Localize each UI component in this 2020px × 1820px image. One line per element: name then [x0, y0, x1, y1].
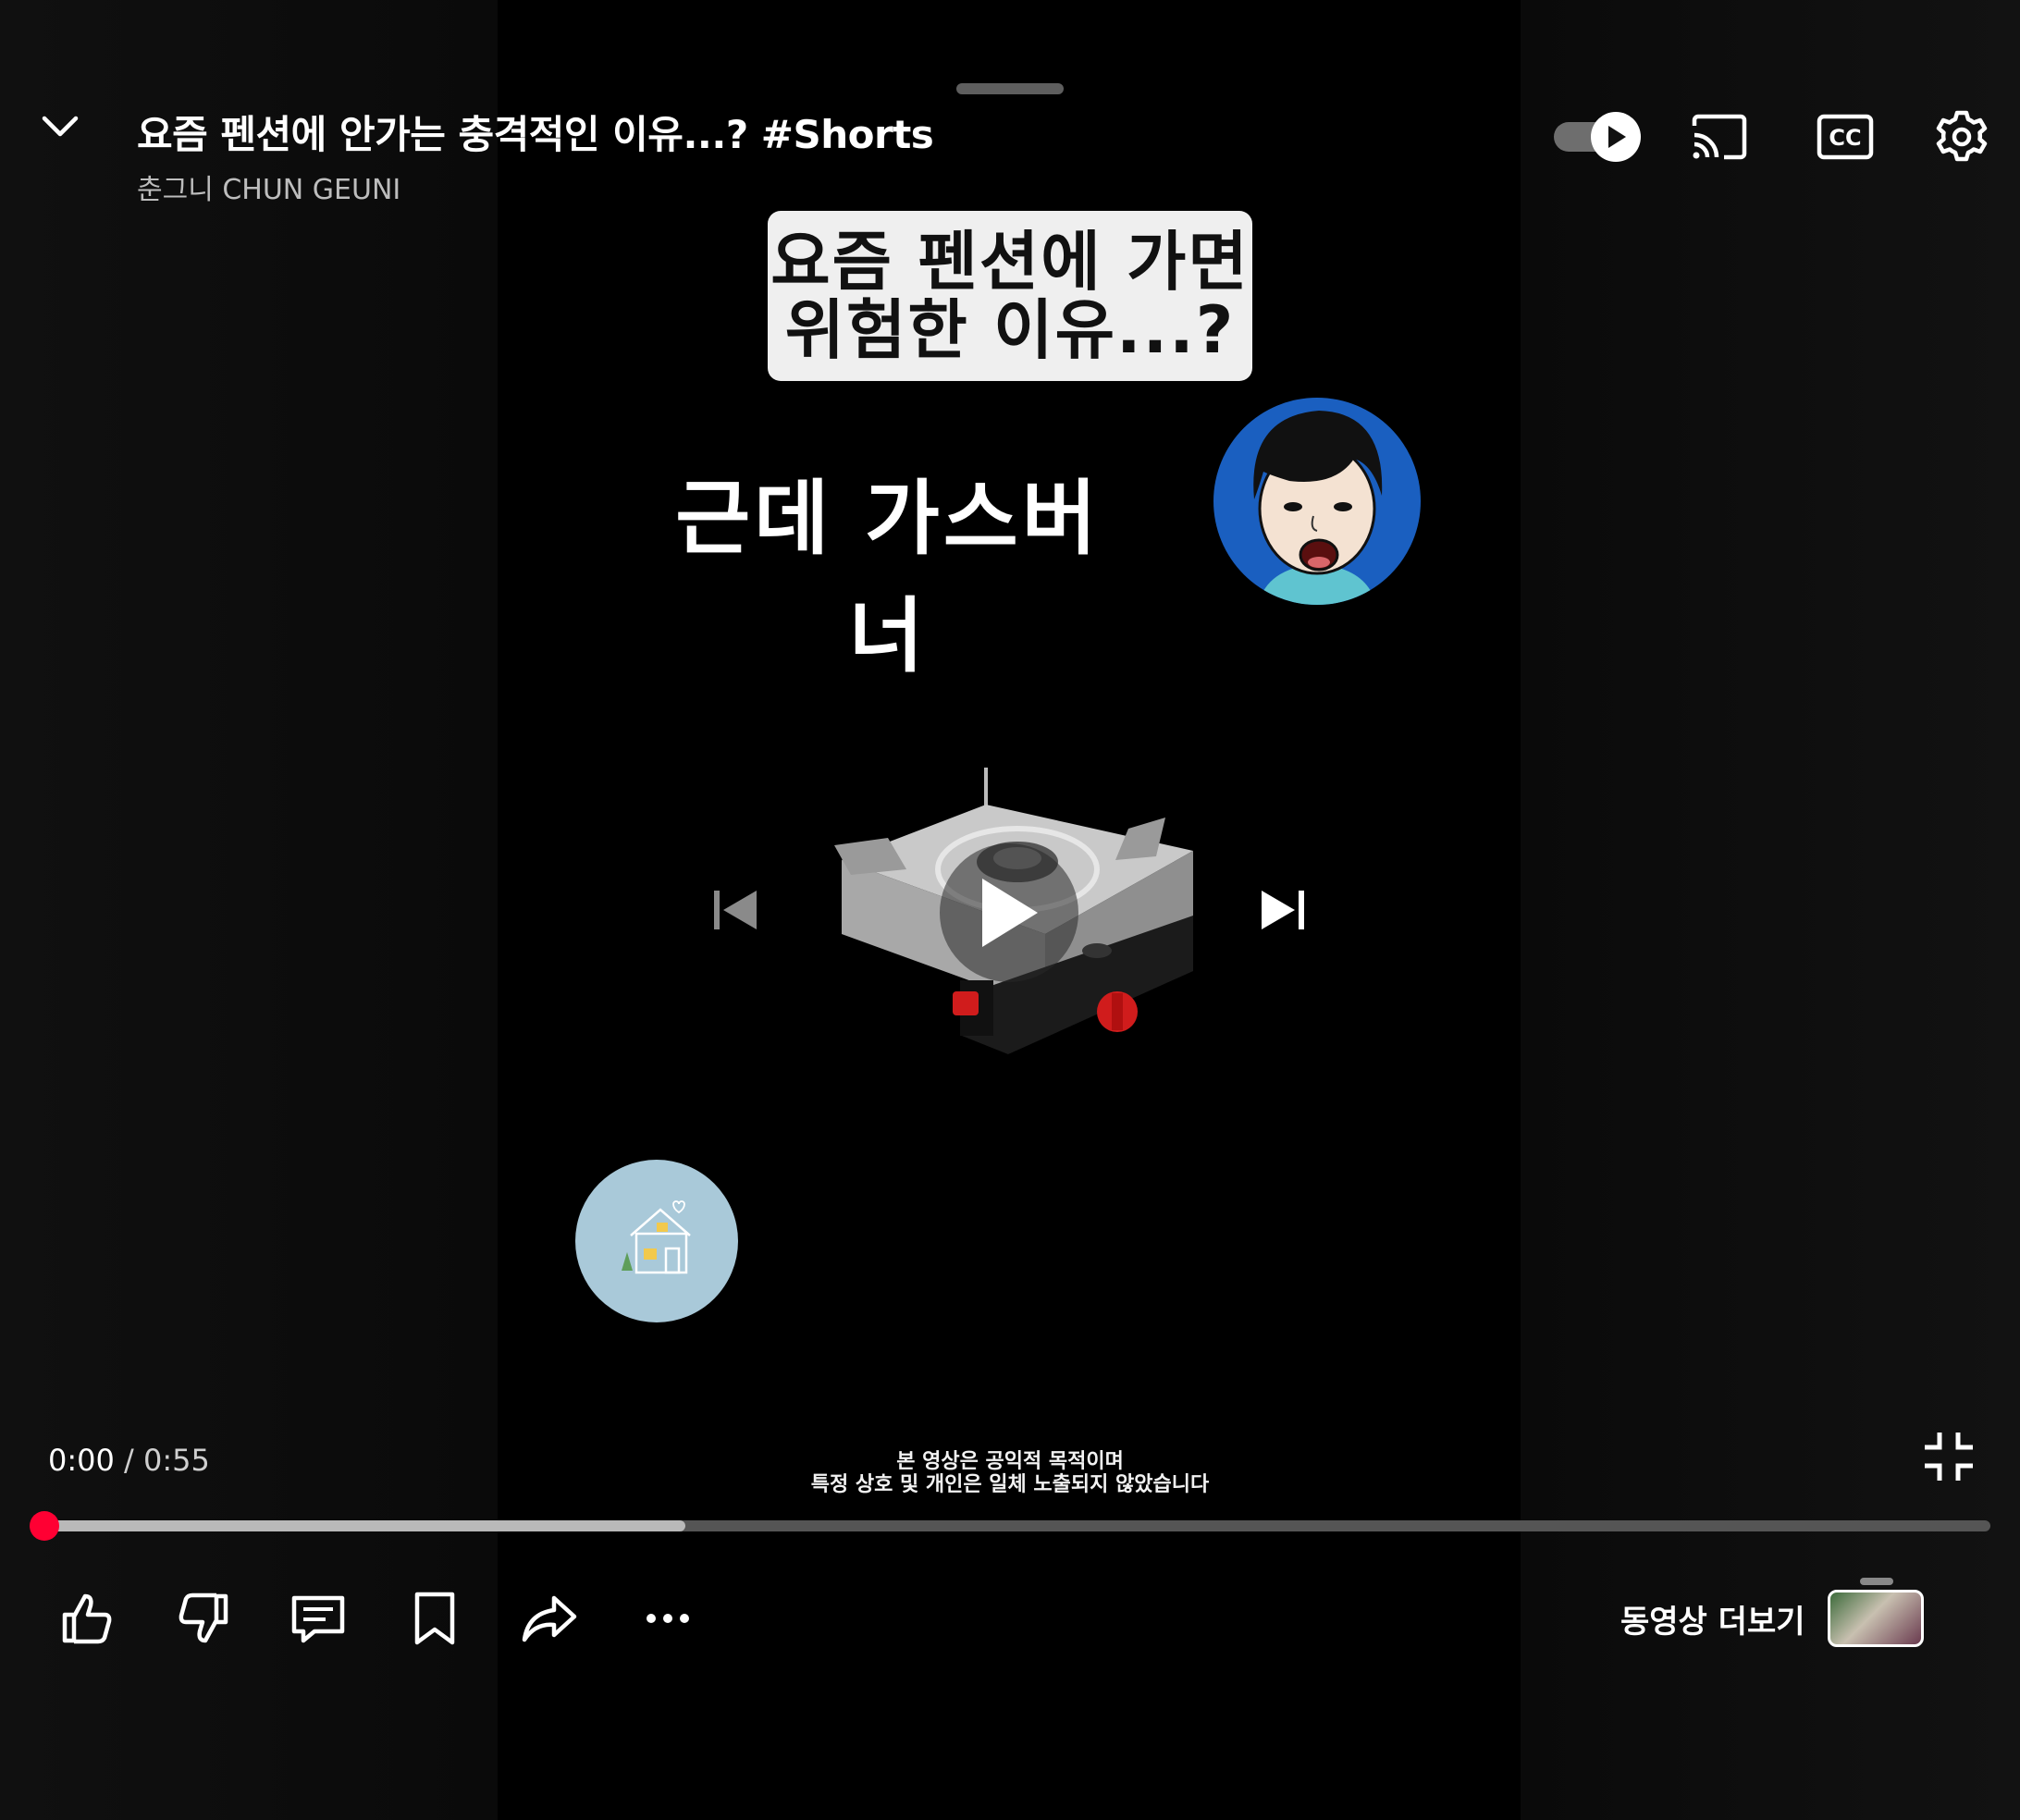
captions-icon: CC [1817, 114, 1874, 160]
progress-scrubber[interactable] [30, 1511, 59, 1541]
cartoon-face-illustration [1253, 411, 1383, 605]
video-subtitle-text: 근데 가스버너 [675, 471, 1101, 683]
pension-house-logo [575, 1160, 738, 1322]
autoplay-knob [1591, 112, 1641, 162]
dislike-icon [179, 1592, 228, 1643]
autoplay-toggle[interactable] [1552, 109, 1644, 165]
play-icon [1608, 126, 1626, 148]
more-videos-label: 동영상 더보기 [1620, 1603, 1805, 1641]
progress-bar[interactable] [30, 1511, 1990, 1541]
comments-icon [291, 1595, 345, 1643]
settings-icon [1936, 110, 1988, 162]
cast-icon [1692, 114, 1747, 160]
captions-button[interactable]: CC [1815, 107, 1876, 166]
caption-line-2: 위험한 이유...? [784, 292, 1236, 368]
more-videos-button[interactable]: 동영상 더보기 [1620, 1578, 1924, 1654]
time-display: 0:00 / 0:55 [48, 1443, 210, 1478]
time-separator: / [114, 1443, 143, 1478]
current-time: 0:00 [48, 1443, 115, 1478]
play-icon [982, 879, 1038, 947]
progress-buffered [43, 1520, 685, 1531]
previous-video-button[interactable] [710, 884, 762, 936]
cast-button[interactable] [1689, 107, 1750, 166]
save-icon [414, 1592, 455, 1645]
exit-fullscreen-icon [1925, 1433, 1973, 1481]
drag-handle[interactable] [956, 83, 1064, 94]
share-button[interactable] [503, 1572, 596, 1665]
like-button[interactable] [41, 1572, 133, 1665]
right-backdrop [1521, 0, 2020, 1820]
save-button[interactable] [388, 1572, 481, 1665]
svg-text:CC: CC [1829, 125, 1861, 151]
video-caption-box: 요즘 펜션에 가면 위험한 이유...? [768, 211, 1252, 381]
left-backdrop [0, 0, 498, 1820]
caption-line-1: 요즘 펜션에 가면 [770, 224, 1250, 300]
comments-button[interactable] [272, 1572, 364, 1665]
dislike-button[interactable] [157, 1572, 250, 1665]
more-icon [647, 1614, 689, 1623]
disclaimer-text: 본 영상은 공익적 목적이며 특정 상호 및 개인은 일체 노출되지 않았습니다 [740, 1450, 1280, 1496]
share-icon [522, 1595, 577, 1642]
more-videos-thumbnail [1827, 1578, 1924, 1647]
skip-previous-icon [714, 891, 757, 929]
video-title: 요즘 펜션에 안가는 충격적인 이유...? #Shorts [137, 112, 934, 157]
chevron-down-icon [42, 116, 79, 137]
action-bar: 동영상 더보기 [0, 1572, 2020, 1665]
like-icon [62, 1593, 112, 1644]
cartoon-face-avatar [1213, 398, 1421, 605]
next-video-button[interactable] [1256, 884, 1308, 936]
house-icon [622, 1200, 691, 1274]
more-options-button[interactable] [622, 1572, 714, 1665]
exit-fullscreen-button[interactable] [1922, 1430, 1976, 1483]
duration: 0:55 [142, 1443, 210, 1478]
settings-button[interactable] [1931, 107, 1992, 166]
skip-next-icon [1262, 891, 1304, 929]
channel-name[interactable]: 춘그니 CHUN GEUNI [137, 166, 400, 207]
disclaimer-line-2: 특정 상호 및 개인은 일체 노출되지 않았습니다 [810, 1473, 1210, 1496]
play-button[interactable] [940, 843, 1078, 982]
disclaimer-line-1: 본 영상은 공익적 목적이며 [896, 1450, 1124, 1473]
collapse-button[interactable] [37, 104, 83, 150]
player-screen: 요즘 펜션에 안가는 충격적인 이유...? #Shorts 춘그니 CHUN … [0, 0, 2020, 1820]
